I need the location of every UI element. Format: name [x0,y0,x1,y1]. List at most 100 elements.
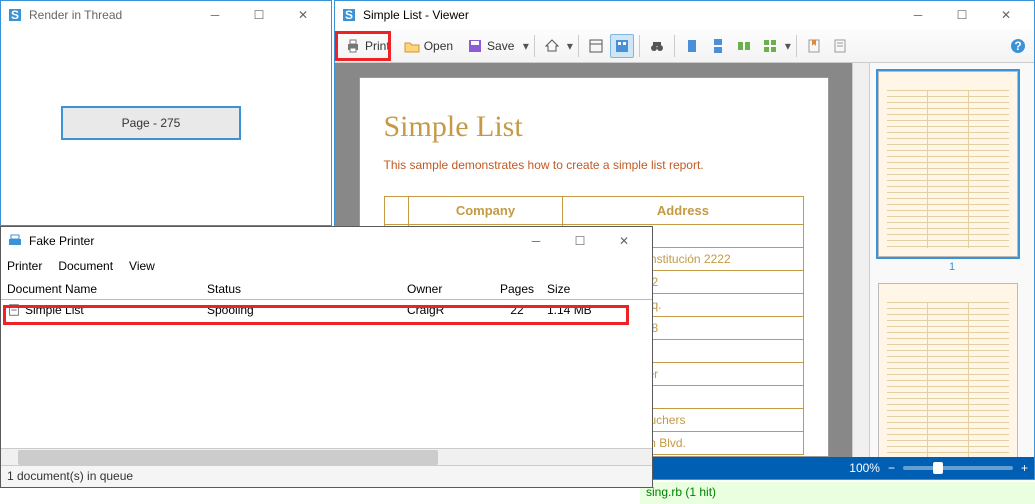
zoom-slider-thumb[interactable] [933,462,943,474]
thumbnail-page-2[interactable] [878,283,1018,457]
thumbnails-button[interactable] [610,34,634,58]
maximize-button[interactable]: ☐ [237,1,281,29]
col-address: Address [563,197,803,225]
minimize-button[interactable]: ─ [514,227,558,255]
close-button[interactable]: ✕ [984,1,1028,29]
job-pages: 22 [487,303,547,317]
view-grid-button[interactable] [758,34,782,58]
save-dropdown[interactable]: ▾ [522,39,529,53]
printer-title-text: Fake Printer [29,234,94,248]
app-icon: S [7,7,23,23]
col-status[interactable]: Status [207,282,407,296]
page-continuous-icon [710,38,726,54]
svg-text:?: ? [1014,39,1021,53]
menu-printer[interactable]: Printer [7,259,42,273]
help-icon: ? [1010,38,1026,54]
app-icon: S [341,7,357,23]
printer-titlebar[interactable]: Fake Printer ─ ☐ ✕ [1,227,652,255]
close-button[interactable]: ✕ [281,1,325,29]
thumbnail-label: 1 [878,261,1026,273]
view-continuous-button[interactable] [706,34,730,58]
page-multiple-icon [736,38,752,54]
svg-text:S: S [345,8,353,22]
menu-document[interactable]: Document [58,259,113,273]
col-pages[interactable]: Pages [487,282,547,296]
page-grid-icon [762,38,778,54]
separator [639,35,640,57]
view-single-button[interactable] [680,34,704,58]
print-label: Print [365,39,390,53]
view-grid-dropdown[interactable]: ▾ [784,39,791,53]
printer-status-text: 1 document(s) in queue [7,469,133,483]
separator [796,35,797,57]
parameters-icon [832,38,848,54]
thumbnail-page-1[interactable] [878,71,1018,257]
page-single-icon [684,38,700,54]
document-scrollbar[interactable] [852,63,869,457]
page-indicator-text: Page - 275 [122,116,181,130]
col-owner[interactable]: Owner [407,282,487,296]
minimize-button[interactable]: ─ [896,1,940,29]
job-owner: CraigR [407,303,487,317]
render-titlebar[interactable]: S Render in Thread ─ ☐ ✕ [1,1,331,29]
open-button[interactable]: Open [398,34,459,58]
view-multiple-button[interactable] [732,34,756,58]
zoom-value: 100% [849,461,880,475]
col-company: Company [408,197,563,225]
job-status: Spooling [207,303,407,317]
binoculars-icon [649,38,665,54]
render-title-text: Render in Thread [29,8,122,22]
open-label: Open [424,39,453,53]
page-indicator: Page - 275 [61,106,241,140]
job-size: 1.14 MB [547,303,617,317]
hscroll-thumb[interactable] [18,450,438,465]
menu-view[interactable]: View [129,259,155,273]
save-label: Save [487,39,514,53]
panel-icon [588,38,604,54]
home-button[interactable] [540,34,564,58]
viewer-titlebar[interactable]: S Simple List - Viewer ─ ☐ ✕ [335,1,1034,29]
maximize-button[interactable]: ☐ [558,227,602,255]
printer-icon [345,38,361,54]
bookmark-icon [806,38,822,54]
queue-row[interactable]: Simple List Spooling CraigR 22 1.14 MB [1,300,652,321]
printer-hscrollbar[interactable] [1,448,652,465]
printer-queue: Document Name Status Owner Pages Size Si… [1,279,652,321]
job-name: Simple List [25,303,84,317]
printer-menubar: Printer Document View [1,255,652,277]
console-output: sing.rb (1 hit) [640,482,1035,504]
separator [534,35,535,57]
col-document-name[interactable]: Document Name [7,282,207,296]
viewer-title-text: Simple List - Viewer [363,8,469,22]
save-button[interactable]: Save [461,34,520,58]
printer-statusbar: 1 document(s) in queue [1,465,652,487]
svg-text:S: S [11,8,19,22]
zoom-slider[interactable] [903,466,1013,470]
parameters-button[interactable] [828,34,852,58]
folder-open-icon [404,38,420,54]
print-button[interactable]: Print [339,34,396,58]
queue-header: Document Name Status Owner Pages Size [1,279,652,300]
separator [578,35,579,57]
document-icon [7,303,21,317]
viewer-toolbar: Print Open Save ▾ ▾ ▾ ? [335,29,1034,63]
thumbnails-icon [614,38,630,54]
help-button[interactable]: ? [1006,34,1030,58]
zoom-in-button[interactable]: + [1021,461,1028,475]
home-icon [544,38,560,54]
console-text: sing.rb (1 hit) [646,485,716,499]
table-header-row: Company Address [384,197,803,225]
minimize-button[interactable]: ─ [193,1,237,29]
printer-icon [7,233,23,249]
zoom-out-button[interactable]: − [888,461,895,475]
render-window: S Render in Thread ─ ☐ ✕ Page - 275 [0,0,332,226]
close-button[interactable]: ✕ [602,227,646,255]
find-button[interactable] [645,34,669,58]
bookmark-button[interactable] [802,34,826,58]
save-icon [467,38,483,54]
printer-window: Fake Printer ─ ☐ ✕ Printer Document View… [0,226,653,488]
maximize-button[interactable]: ☐ [940,1,984,29]
home-dropdown[interactable]: ▾ [566,39,573,53]
col-size[interactable]: Size [547,282,617,296]
content-panel-button[interactable] [584,34,608,58]
